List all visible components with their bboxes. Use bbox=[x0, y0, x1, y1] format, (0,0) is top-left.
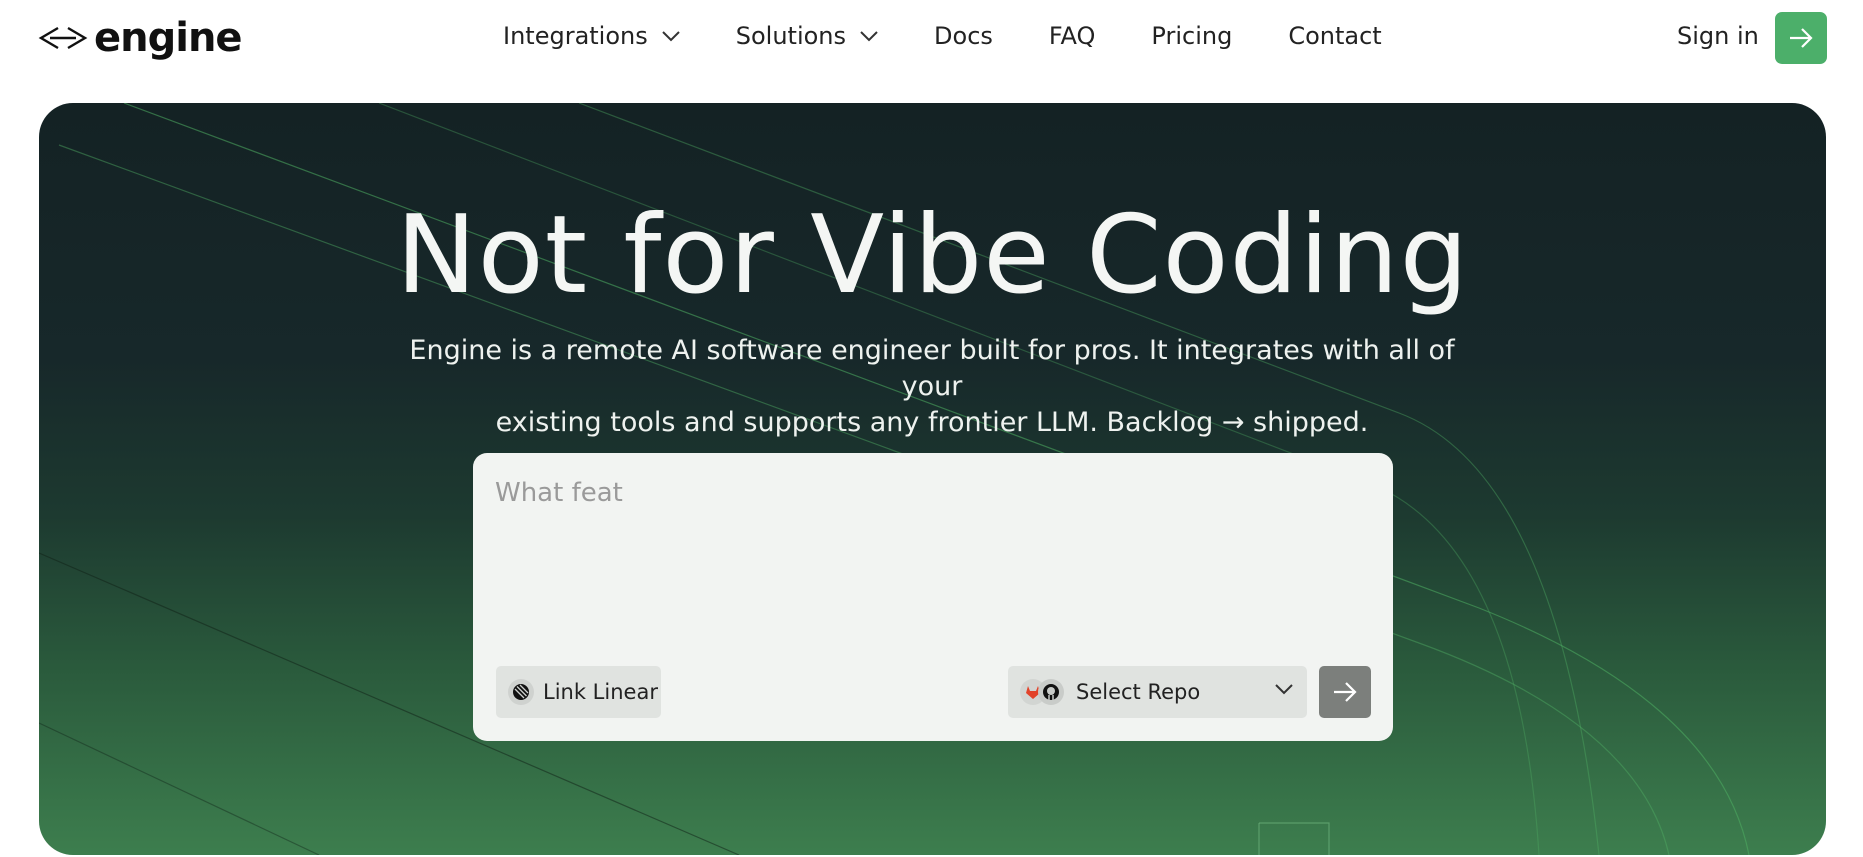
arrow-right-icon bbox=[1334, 682, 1357, 702]
linear-icon bbox=[508, 679, 534, 705]
sign-in-link[interactable]: Sign in bbox=[1677, 22, 1759, 50]
link-linear-label: Link Linear bbox=[543, 680, 658, 704]
github-icon bbox=[1038, 679, 1064, 705]
nav-item-label: Solutions bbox=[735, 22, 847, 50]
arrow-right-icon bbox=[1790, 28, 1813, 48]
feature-prompt-input[interactable] bbox=[495, 473, 1355, 513]
hero-title: Not for Vibe Coding bbox=[395, 193, 1470, 318]
top-nav: engine Integrations Solutions Docs FAQ P… bbox=[0, 0, 1863, 77]
nav-links: Integrations Solutions Docs FAQ Pricing … bbox=[503, 22, 1438, 50]
link-linear-button[interactable]: Link Linear bbox=[496, 666, 661, 718]
hero-subtitle-line: existing tools and supports any frontier… bbox=[495, 407, 1369, 438]
repo-provider-icons bbox=[1020, 679, 1064, 705]
select-repo-dropdown[interactable]: Select Repo bbox=[1008, 666, 1307, 718]
hero-section: Not for Vibe Coding Engine is a remote A… bbox=[39, 103, 1826, 855]
nav-item-solutions[interactable]: Solutions bbox=[736, 22, 878, 50]
nav-item-label: Docs bbox=[934, 22, 993, 50]
nav-item-docs[interactable]: Docs bbox=[934, 22, 993, 50]
nav-item-pricing[interactable]: Pricing bbox=[1151, 22, 1232, 50]
submit-button[interactable] bbox=[1319, 666, 1371, 718]
logo-text: engine bbox=[94, 15, 243, 61]
nav-item-integrations[interactable]: Integrations bbox=[503, 22, 680, 50]
chevron-down-icon bbox=[662, 30, 680, 41]
nav-item-label: Integrations bbox=[503, 22, 648, 50]
chevron-down-icon bbox=[860, 30, 878, 41]
chevron-down-icon bbox=[1275, 684, 1293, 695]
nav-item-label: Pricing bbox=[1151, 22, 1233, 50]
engine-logo[interactable]: engine bbox=[38, 15, 243, 61]
nav-item-label: Contact bbox=[1288, 22, 1382, 50]
nav-item-label: FAQ bbox=[1048, 22, 1096, 50]
angle-brackets-logo-icon bbox=[38, 26, 88, 50]
nav-item-faq[interactable]: FAQ bbox=[1049, 22, 1096, 50]
select-repo-label: Select Repo bbox=[1076, 680, 1201, 704]
hero-subtitle-line: Engine is a remote AI software engineer … bbox=[409, 335, 1455, 402]
get-started-button[interactable] bbox=[1775, 12, 1827, 64]
prompt-box: Link Linear Select Repo bbox=[473, 453, 1393, 741]
nav-item-contact[interactable]: Contact bbox=[1288, 22, 1381, 50]
hero-subtitle: Engine is a remote AI software engineer … bbox=[389, 333, 1475, 441]
